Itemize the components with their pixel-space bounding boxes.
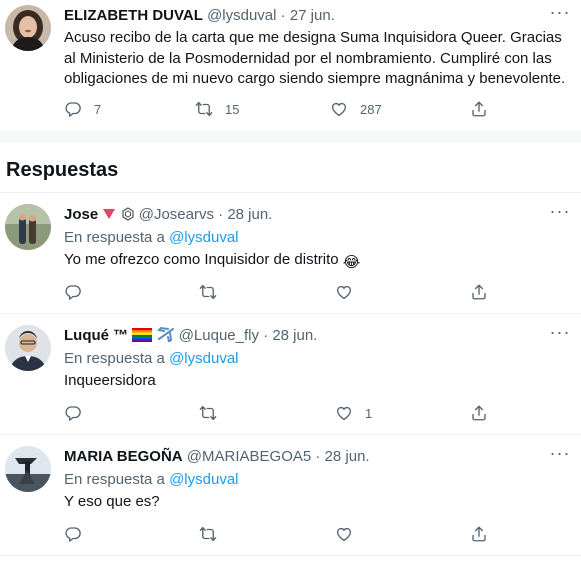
heart-icon (335, 404, 353, 422)
more-options-icon[interactable]: ··· (546, 202, 574, 225)
retweet-button[interactable]: 15 (195, 99, 239, 119)
reply-button[interactable] (64, 524, 82, 544)
share-icon (470, 404, 488, 422)
reply-count: 7 (94, 101, 102, 117)
avatar-photo (5, 446, 51, 492)
share-icon (470, 283, 488, 301)
airplane-icon (156, 326, 174, 345)
tweet-actions (64, 524, 564, 544)
reply-icon (64, 525, 82, 543)
avatar-photo (5, 5, 51, 51)
more-options-icon[interactable]: ··· (546, 3, 574, 26)
like-count: 287 (360, 101, 382, 117)
retweet-button[interactable] (199, 282, 217, 302)
separator: · (315, 448, 321, 465)
in-reply-to: En respuesta a @lysduval (64, 470, 239, 490)
avatar[interactable] (5, 5, 51, 51)
replies-heading: Respuestas (6, 159, 119, 181)
avatar[interactable] (5, 204, 51, 250)
reply-icon (64, 404, 82, 422)
reply-tweet[interactable]: Luqué ™ @Luque_fly · 28 jun. ··· En resp… (0, 314, 581, 434)
retweet-button[interactable] (199, 524, 217, 544)
reply-icon (64, 283, 82, 301)
author-name[interactable]: MARIA BEGOÑA (64, 448, 183, 465)
tweet-date[interactable]: 28 jun. (272, 327, 317, 344)
tweet-date[interactable]: 27 jun. (290, 7, 335, 24)
retweet-icon (199, 283, 217, 301)
avatar[interactable] (5, 325, 51, 371)
separator: · (218, 206, 224, 223)
reply-button[interactable] (64, 282, 82, 302)
avatar-photo (5, 325, 51, 371)
tweet-actions (64, 282, 564, 302)
reply-tweet[interactable]: Jose @Josearvs · 28 jun. ··· En respuest… (0, 193, 581, 313)
reply-text: Yo me ofrezco como Inquisidor de distrit… (64, 251, 339, 268)
tweet-header: MARIA BEGOÑA @MARIABEGOA5 · 28 jun. (64, 447, 370, 467)
author-handle[interactable]: @Josearvs (139, 206, 214, 223)
tweet-actions: 1 (64, 403, 564, 423)
main-tweet[interactable]: ELIZABETH DUVAL @lysduval · 27 jun. ··· … (0, 0, 581, 130)
reply-label: En respuesta a (64, 350, 165, 367)
reply-tweet[interactable]: MARIA BEGOÑA @MARIABEGOA5 · 28 jun. ··· … (0, 435, 581, 555)
divider (0, 555, 581, 556)
tweet-text: Y eso que es? (64, 493, 160, 510)
tweet-header: ELIZABETH DUVAL @lysduval · 27 jun. (64, 6, 335, 26)
heart-icon (330, 100, 348, 118)
like-count: 1 (365, 405, 373, 421)
reply-button[interactable] (64, 403, 82, 423)
heart-icon (335, 525, 353, 543)
tweet-header: Luqué ™ @Luque_fly · 28 jun. (64, 326, 317, 346)
retweet-icon (199, 404, 217, 422)
in-reply-to: En respuesta a @lysduval (64, 228, 239, 248)
author-handle[interactable]: @MARIABEGOA5 (187, 448, 311, 465)
retweet-count: 15 (225, 101, 240, 117)
share-icon (470, 525, 488, 543)
like-button[interactable] (335, 282, 353, 302)
reply-handle-link[interactable]: @lysduval (169, 350, 238, 367)
avatar-photo (5, 204, 51, 250)
like-button[interactable] (335, 524, 353, 544)
author-name[interactable]: ELIZABETH DUVAL (64, 7, 203, 24)
retweet-button[interactable] (199, 403, 217, 423)
separator: · (280, 7, 286, 24)
heart-icon (335, 283, 353, 301)
share-icon (470, 100, 488, 118)
tweet-actions: 7 15 287 (64, 99, 564, 119)
emblem-icon (121, 207, 134, 221)
author-name[interactable]: Jose (64, 206, 98, 223)
in-reply-to: En respuesta a @lysduval (64, 349, 239, 369)
retweet-icon (195, 100, 213, 118)
section-separator (0, 131, 581, 143)
reply-label: En respuesta a (64, 229, 165, 246)
retweet-icon (199, 525, 217, 543)
tweet-text: Acuso recibo de la carta que me designa … (64, 29, 566, 87)
tweet-text: Inqueersidora (64, 372, 156, 389)
rainbow-flag-icon (132, 328, 153, 342)
reply-handle-link[interactable]: @lysduval (169, 471, 238, 488)
more-options-icon[interactable]: ··· (546, 444, 574, 467)
author-handle[interactable]: @lysduval (207, 7, 276, 24)
share-button[interactable] (470, 403, 488, 423)
tweet-text: Yo me ofrezco como Inquisidor de distrit… (64, 250, 360, 273)
tweet-header: Jose @Josearvs · 28 jun. (64, 205, 272, 225)
author-handle[interactable]: @Luque_fly (179, 327, 259, 344)
tweet-date[interactable]: 28 jun. (227, 206, 272, 223)
share-button[interactable] (470, 524, 488, 544)
laughing-emoji-icon: 😂 (342, 254, 361, 271)
more-options-icon[interactable]: ··· (546, 323, 574, 346)
share-button[interactable] (470, 99, 488, 119)
tweet-date[interactable]: 28 jun. (325, 448, 370, 465)
avatar[interactable] (5, 446, 51, 492)
reply-icon (64, 100, 82, 118)
reply-label: En respuesta a (64, 471, 165, 488)
reply-button[interactable]: 7 (64, 99, 101, 119)
author-name[interactable]: Luqué ™ (64, 327, 128, 344)
share-button[interactable] (470, 282, 488, 302)
like-button[interactable]: 287 (330, 99, 382, 119)
red-triangle-icon (103, 209, 116, 219)
reply-handle-link[interactable]: @lysduval (169, 229, 238, 246)
like-button[interactable]: 1 (335, 403, 372, 423)
separator: · (263, 327, 269, 344)
